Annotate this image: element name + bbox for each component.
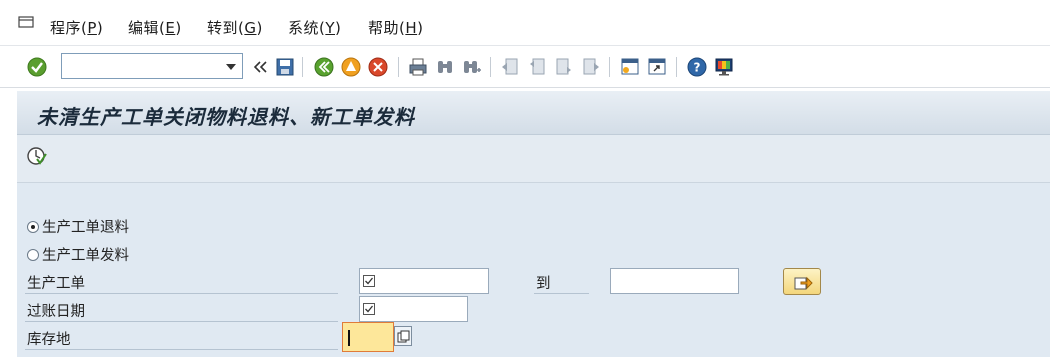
menu-help-key: H bbox=[405, 19, 418, 37]
execute-icon[interactable] bbox=[26, 145, 48, 167]
save-icon[interactable] bbox=[274, 56, 296, 78]
value-help-icon bbox=[397, 330, 410, 343]
find-icon[interactable] bbox=[434, 56, 456, 78]
back-icon[interactable] bbox=[313, 56, 335, 78]
menu-program-key: P bbox=[87, 19, 97, 37]
menu-program-label: 程序( bbox=[50, 19, 88, 37]
text-cursor bbox=[348, 330, 350, 346]
menu-system-tail: ) bbox=[335, 19, 342, 37]
menu-system-key: Y bbox=[325, 19, 336, 37]
last-page-icon[interactable] bbox=[580, 56, 602, 78]
menu-program[interactable]: 程序(P) bbox=[50, 17, 103, 38]
production-order-to-input[interactable] bbox=[610, 268, 739, 294]
menu-system-label: 系统( bbox=[288, 19, 326, 37]
toolbar-separator bbox=[302, 57, 303, 77]
enter-icon[interactable] bbox=[26, 56, 48, 78]
production-order-label: 生产工单 bbox=[27, 276, 85, 292]
radio-unselected-icon[interactable] bbox=[27, 249, 39, 261]
menu-edit-tail: ) bbox=[175, 19, 182, 37]
menu-program-tail: ) bbox=[96, 19, 104, 37]
svg-text:?: ? bbox=[694, 61, 701, 75]
toolbar-separator bbox=[490, 57, 491, 77]
customize-layout-icon[interactable] bbox=[713, 56, 735, 78]
storage-location-input[interactable] bbox=[342, 322, 394, 352]
toolbar-separator bbox=[676, 57, 677, 77]
required-check-icon bbox=[363, 275, 375, 287]
command-field[interactable] bbox=[61, 53, 243, 79]
menu-system[interactable]: 系统(Y) bbox=[288, 17, 341, 38]
left-margin bbox=[0, 88, 17, 357]
radio-issue-label: 生产工单发料 bbox=[42, 248, 129, 264]
menu-edit[interactable]: 编辑(E) bbox=[128, 17, 182, 38]
posting-date-label: 过账日期 bbox=[27, 304, 85, 320]
multiple-selection-icon bbox=[794, 276, 813, 290]
required-check-icon bbox=[363, 303, 375, 315]
menu-bar: 程序(P) 编辑(E) 转到(G) 系统(Y) 帮助(H) bbox=[0, 0, 1050, 46]
help-icon[interactable]: ? bbox=[686, 56, 708, 78]
to-label: 到 bbox=[536, 276, 551, 292]
chevron-down-icon[interactable] bbox=[226, 64, 236, 70]
menu-edit-label: 编辑( bbox=[128, 19, 166, 37]
radio-issue-option[interactable]: 生产工单发料 bbox=[27, 244, 129, 265]
standard-toolbar: ? bbox=[0, 46, 1050, 88]
label-underline bbox=[25, 293, 338, 294]
label-underline bbox=[25, 321, 338, 322]
menu-help[interactable]: 帮助(H) bbox=[368, 17, 424, 38]
to-underline bbox=[534, 293, 589, 294]
title-bar: 未清生产工单关闭物料退料、新工单发料 bbox=[17, 91, 1050, 135]
menu-help-tail: ) bbox=[417, 19, 424, 37]
toolbar-separator bbox=[398, 57, 399, 77]
multiple-selection-button[interactable] bbox=[783, 268, 821, 295]
next-page-icon[interactable] bbox=[553, 56, 575, 78]
menu-help-label: 帮助( bbox=[368, 19, 406, 37]
print-icon[interactable] bbox=[407, 56, 429, 78]
create-session-icon[interactable] bbox=[619, 56, 641, 78]
radio-return-option[interactable]: 生产工单退料 bbox=[27, 216, 129, 237]
radio-return-label: 生产工单退料 bbox=[42, 220, 129, 236]
menu-goto-label: 转到( bbox=[207, 19, 245, 37]
find-next-icon[interactable] bbox=[461, 56, 483, 78]
back-arrows-icon[interactable] bbox=[250, 56, 272, 78]
shortcut-icon[interactable] bbox=[646, 56, 668, 78]
exit-icon[interactable] bbox=[340, 56, 362, 78]
first-page-icon[interactable] bbox=[499, 56, 521, 78]
menu-goto[interactable]: 转到(G) bbox=[207, 17, 263, 38]
posting-date-input[interactable] bbox=[359, 296, 468, 322]
radio-selected-icon[interactable] bbox=[27, 221, 39, 233]
storage-location-label: 库存地 bbox=[27, 332, 71, 348]
cancel-icon[interactable] bbox=[367, 56, 389, 78]
menu-toggle-icon[interactable] bbox=[18, 16, 34, 28]
previous-page-icon[interactable] bbox=[526, 56, 548, 78]
toolbar-separator bbox=[609, 57, 610, 77]
selection-screen bbox=[17, 183, 1050, 357]
application-toolbar bbox=[17, 135, 1050, 183]
page-title: 未清生产工单关闭物料退料、新工单发料 bbox=[37, 105, 415, 129]
production-order-from-input[interactable] bbox=[359, 268, 489, 294]
menu-goto-tail: ) bbox=[256, 19, 263, 37]
menu-goto-key: G bbox=[244, 19, 257, 37]
menu-edit-key: E bbox=[165, 19, 176, 37]
label-underline bbox=[25, 349, 338, 350]
value-help-button[interactable] bbox=[394, 326, 412, 346]
